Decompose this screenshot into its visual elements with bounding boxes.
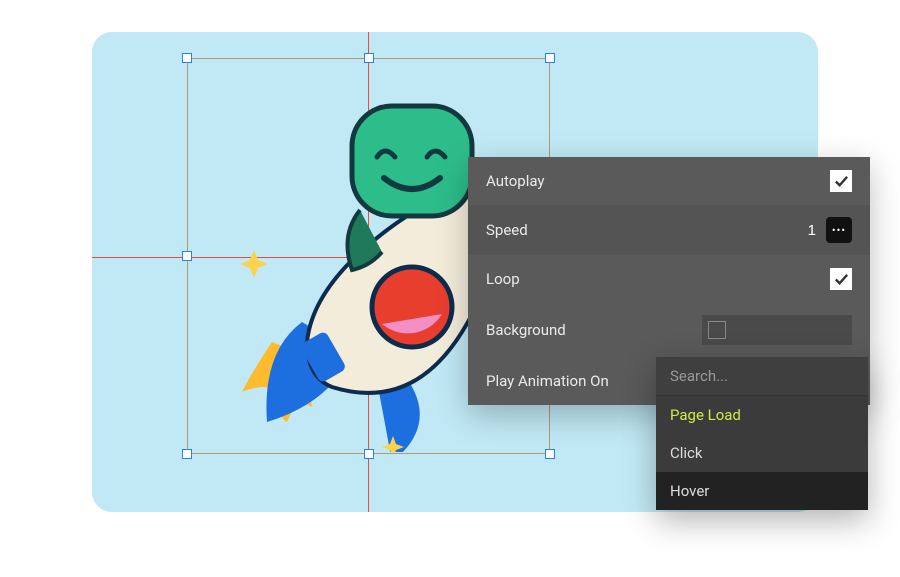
speed-row: Speed ••• — [468, 205, 870, 255]
autoplay-label: Autoplay — [486, 172, 545, 190]
loop-label: Loop — [486, 270, 520, 288]
check-icon — [834, 272, 849, 287]
loop-checkbox[interactable] — [830, 268, 852, 290]
check-icon — [834, 174, 849, 189]
resize-handle-bottom-middle[interactable] — [364, 449, 374, 459]
dropdown-search-input[interactable]: Search... — [656, 357, 868, 396]
background-row: Background — [468, 303, 870, 357]
dropdown-item-hover[interactable]: Hover — [656, 472, 868, 510]
speed-more-button[interactable]: ••• — [826, 217, 852, 243]
speed-input[interactable] — [780, 217, 820, 243]
resize-handle-top-middle[interactable] — [364, 53, 374, 63]
color-swatch-icon — [708, 321, 726, 339]
dropdown-item-page-load[interactable]: Page Load — [656, 396, 868, 434]
dropdown-item-click[interactable]: Click — [656, 434, 868, 472]
background-label: Background — [486, 321, 566, 339]
speed-label: Speed — [486, 221, 528, 239]
resize-handle-top-left[interactable] — [182, 53, 192, 63]
loop-row: Loop — [468, 255, 870, 303]
resize-handle-top-right[interactable] — [545, 53, 555, 63]
resize-handle-middle-left[interactable] — [182, 251, 192, 261]
autoplay-checkbox[interactable] — [830, 170, 852, 192]
background-color-picker[interactable] — [702, 315, 852, 345]
play-on-dropdown: Search... Page Load Click Hover — [656, 357, 868, 510]
resize-handle-bottom-left[interactable] — [182, 449, 192, 459]
play-on-label: Play Animation On — [486, 372, 609, 390]
autoplay-row: Autoplay — [468, 157, 870, 205]
resize-handle-bottom-right[interactable] — [545, 449, 555, 459]
dots-icon: ••• — [832, 224, 846, 237]
